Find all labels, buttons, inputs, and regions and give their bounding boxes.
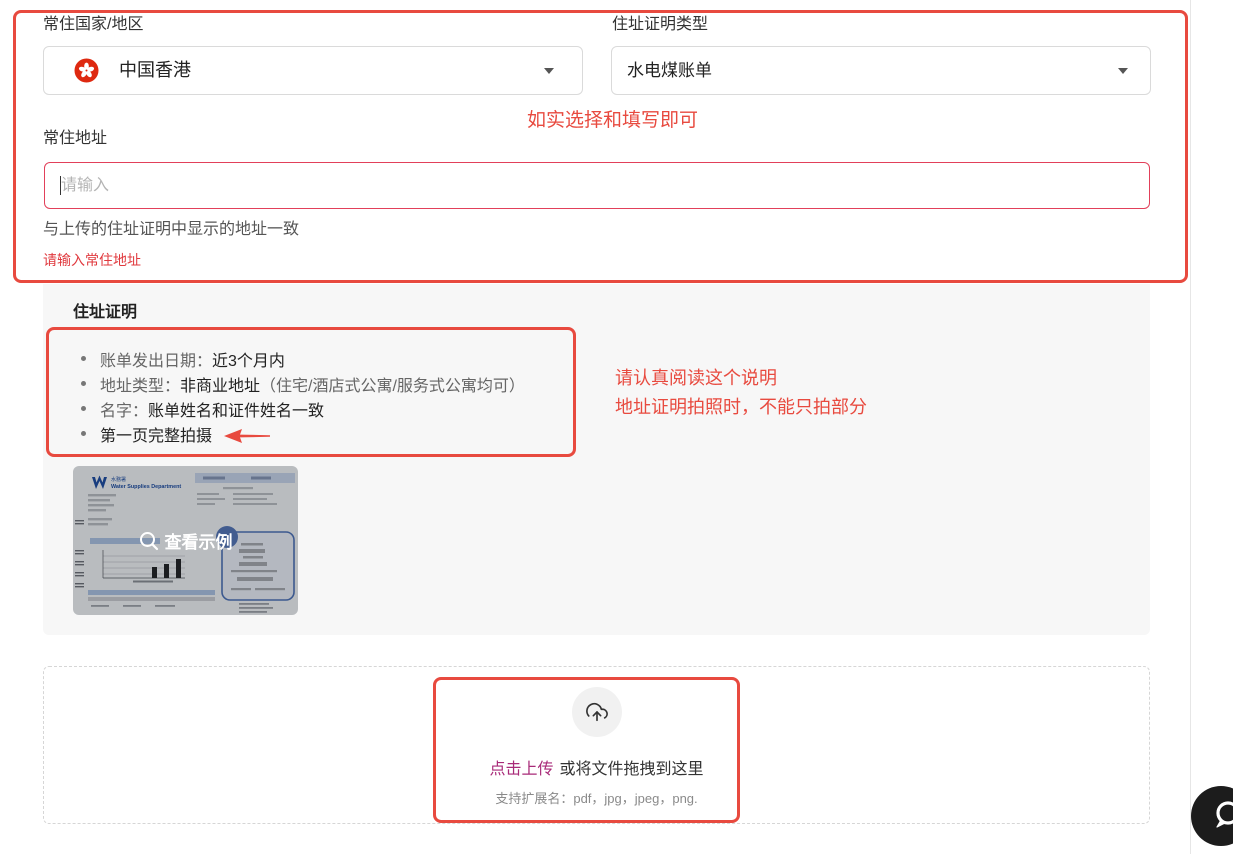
requirement-value: 账单姓名和证件姓名一致	[148, 402, 325, 420]
flower-center	[85, 69, 88, 72]
supported-extensions: 支持扩展名：pdf，jpg，jpeg，png.	[495, 791, 698, 806]
address-input[interactable]	[44, 162, 1150, 209]
content-right-border	[1190, 0, 1191, 854]
requirement-value: 近3个月内	[212, 352, 285, 370]
upload-cloud-icon	[586, 702, 608, 722]
bullet	[81, 356, 86, 361]
requirement-label: 地址类型：	[100, 377, 181, 395]
requirement-label: 名字：	[100, 402, 149, 420]
caret-down-icon	[1118, 68, 1128, 74]
bullet	[81, 381, 86, 386]
chat-widget-button[interactable]	[1190, 786, 1233, 846]
requirement-value: 非商业地址	[180, 377, 261, 395]
requirement-value: 第一页完整拍摄	[100, 427, 213, 445]
requirement-note: （住宅/酒店式公寓/服务式公寓均可）	[260, 377, 525, 395]
view-example-label: 查看示例	[164, 533, 233, 552]
bullet	[81, 431, 86, 436]
view-example-button[interactable]: 查看示例	[73, 466, 298, 615]
address-label: 常住地址	[43, 130, 108, 147]
caret-down-icon	[544, 68, 554, 74]
click-to-upload-link[interactable]: 点击上传	[489, 761, 553, 778]
search-icon	[139, 531, 158, 550]
annotation-read-note-line: 请认真阅读这个说明	[615, 368, 777, 388]
country-label: 常住国家/地区	[43, 16, 144, 33]
search-icon-handle	[150, 542, 158, 550]
proof-type-label: 住址证明类型	[612, 16, 709, 33]
proof-type-select[interactable]: 水电煤账单	[611, 46, 1151, 95]
text-cursor	[60, 176, 61, 195]
address-error-message: 请输入常住地址	[43, 252, 141, 268]
arrow-left-icon	[224, 429, 270, 443]
requirements-list: 账单发出日期： 近3个月内 地址类型： 非商业地址 （住宅/酒店式公寓/服务式公…	[81, 346, 525, 446]
requirement-item: 地址类型： 非商业地址 （住宅/酒店式公寓/服务式公寓均可）	[81, 371, 525, 396]
chat-widget-background	[1191, 786, 1233, 846]
proof-type-value: 水电煤账单	[627, 61, 712, 80]
proof-info-title: 住址证明	[73, 304, 138, 321]
country-value: 中国香港	[119, 60, 191, 80]
requirement-item: 第一页完整拍摄	[81, 421, 525, 446]
requirement-item: 名字： 账单姓名和证件姓名一致	[81, 396, 525, 421]
upload-icon-button[interactable]	[572, 687, 622, 737]
annotation-read-note-line: 地址证明拍照时，不能只拍部分	[615, 397, 867, 417]
example-thumbnail[interactable]: 水務署 Water Supplies Department 查看示例	[73, 466, 298, 615]
address-hint: 与上传的住址证明中显示的地址一致	[43, 221, 300, 238]
upload-dropzone[interactable]: 点击上传 或将文件拖拽到这里 支持扩展名：pdf，jpg，jpeg，png.	[43, 666, 1150, 824]
requirement-label: 账单发出日期：	[100, 352, 213, 370]
annotation-arrow	[224, 429, 270, 443]
annotation-fill-note: 如实选择和填写即可	[527, 110, 699, 131]
requirement-item: 账单发出日期： 近3个月内	[81, 346, 525, 371]
annotation-read-note: 请认真阅读这个说明 地址证明拍照时，不能只拍部分	[615, 364, 867, 422]
drag-drop-text: 或将文件拖拽到这里	[559, 761, 704, 778]
bullet	[81, 406, 86, 411]
hong-kong-flag-icon	[74, 58, 99, 83]
country-select[interactable]: 中国香港	[43, 46, 583, 95]
upload-instruction: 点击上传 或将文件拖拽到这里	[44, 760, 1149, 780]
